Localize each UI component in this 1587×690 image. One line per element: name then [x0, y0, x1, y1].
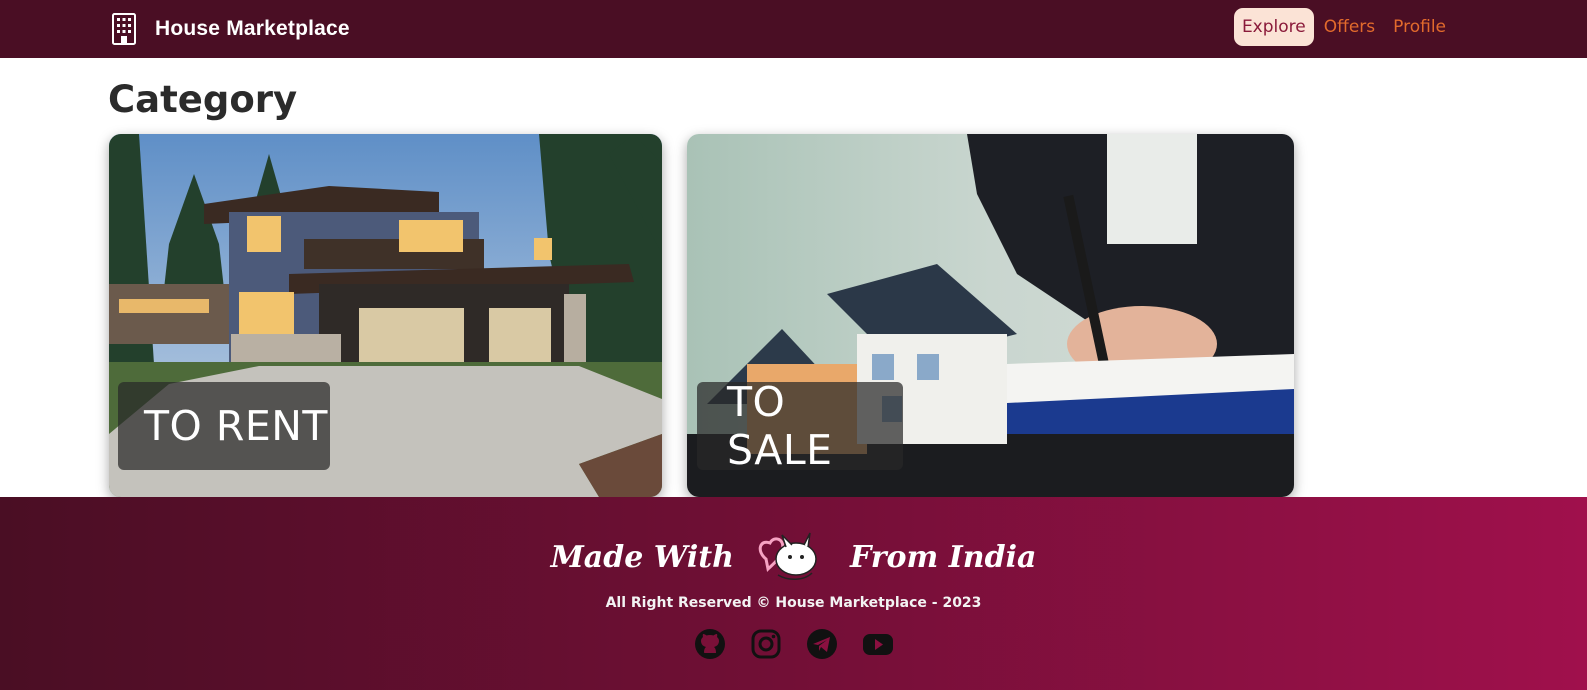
heart-mascot-icon [758, 532, 817, 580]
github-link[interactable] [693, 627, 727, 661]
category-label-sale: TO SALE [697, 378, 903, 474]
youtube-icon [862, 634, 893, 655]
instagram-link[interactable] [749, 627, 783, 661]
nav-offers-link[interactable]: Offers [1316, 8, 1383, 46]
building-icon [112, 13, 136, 45]
category-card-rent[interactable]: TO RENT [109, 134, 662, 497]
nav-profile-link[interactable]: Profile [1385, 8, 1454, 46]
footer: Made With From India All Right Reserved … [0, 497, 1587, 690]
from-india-text: From India [849, 539, 1037, 575]
telegram-link[interactable] [805, 627, 839, 661]
brand[interactable]: House Marketplace [112, 12, 350, 46]
category-label-rent: TO RENT [118, 382, 330, 470]
page-title: Category [108, 78, 298, 121]
social-links [0, 627, 1587, 661]
brand-title: House Marketplace [155, 17, 350, 40]
made-with-text: Made With [550, 539, 734, 575]
nav-links: Explore Offers Profile [1232, 8, 1454, 46]
telegram-icon [806, 629, 837, 659]
copyright-text: All Right Reserved © House Marketplace -… [605, 595, 982, 611]
top-navbar: House Marketplace Explore Offers Profile [0, 0, 1587, 58]
category-card-sale[interactable]: TO SALE [687, 134, 1294, 497]
nav-explore-link[interactable]: Explore [1233, 8, 1314, 46]
github-icon [694, 629, 725, 659]
instagram-icon [751, 629, 780, 659]
made-with-line: Made With From India [0, 525, 1587, 589]
youtube-link[interactable] [861, 627, 895, 661]
